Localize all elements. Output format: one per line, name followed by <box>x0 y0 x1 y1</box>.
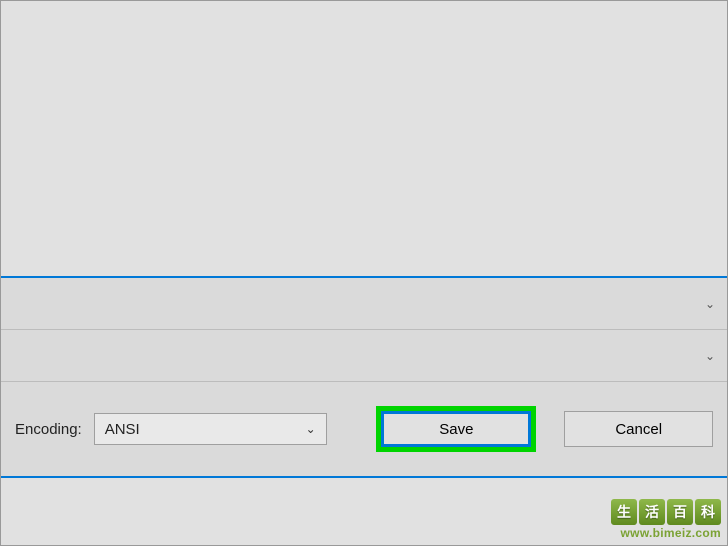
watermark-badge: 科 <box>695 499 721 525</box>
filename-row[interactable]: ⌄ <box>1 278 727 330</box>
chevron-down-icon: ⌄ <box>705 297 715 311</box>
dialog-bottom-border <box>1 476 727 478</box>
cancel-button[interactable]: Cancel <box>564 411 713 447</box>
filetype-row[interactable]: ⌄ <box>1 330 727 382</box>
chevron-down-icon: ⌄ <box>705 349 715 363</box>
encoding-value: ANSI <box>105 421 140 438</box>
watermark: 生 活 百 科 www.bimeiz.com <box>611 499 721 539</box>
watermark-badge: 生 <box>611 499 637 525</box>
encoding-select[interactable]: ANSI ⌄ <box>94 413 327 445</box>
dialog-upper-area <box>1 1 727 276</box>
save-button-label: Save <box>439 421 473 438</box>
watermark-url: www.bimeiz.com <box>611 527 721 539</box>
encoding-label: Encoding: <box>15 421 82 438</box>
save-button[interactable]: Save <box>381 411 531 447</box>
dialog-bottom-bar: Encoding: ANSI ⌄ Save Cancel <box>1 382 727 476</box>
chevron-down-icon: ⌄ <box>306 422 316 436</box>
watermark-badge: 百 <box>667 499 693 525</box>
watermark-badge: 活 <box>639 499 665 525</box>
save-button-highlight: Save <box>376 406 536 452</box>
watermark-badges: 生 活 百 科 <box>611 499 721 525</box>
cancel-button-label: Cancel <box>615 421 662 438</box>
